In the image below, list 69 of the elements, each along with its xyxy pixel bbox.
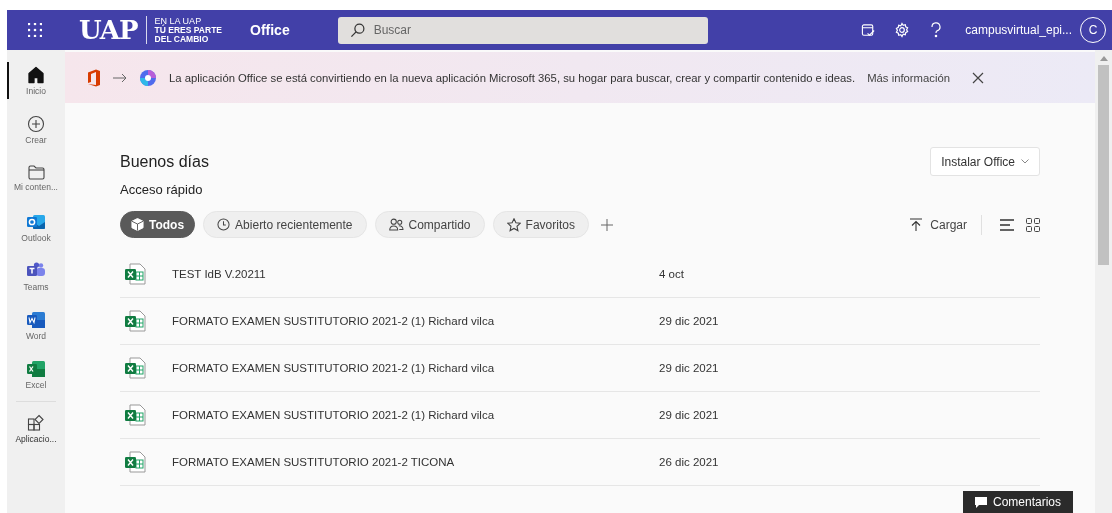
file-date: 4 oct (659, 268, 684, 280)
word-icon (26, 310, 46, 329)
plus-circle-icon (27, 114, 45, 133)
excel-icon (26, 359, 46, 378)
file-row[interactable]: FORMATO EXAMEN SUSTITUTORIO 2021-2 (1) Richard vilca 29 dic 2021 (120, 392, 1040, 439)
file-date: 26 dic 2021 (659, 456, 719, 468)
sidebar-item[interactable]: Aplicacio... (7, 404, 65, 453)
home-icon (27, 65, 45, 84)
greeting-heading: Buenos días (120, 152, 209, 171)
feedback-button[interactable]: Comentarios (962, 491, 1073, 513)
file-date: 29 dic 2021 (659, 315, 719, 327)
sidebar-item[interactable]: Crear (7, 105, 65, 154)
file-name: TEST IdB V.20211 (172, 268, 267, 280)
folder-icon (27, 165, 45, 180)
grid-view-icon[interactable] (1026, 217, 1040, 232)
logo-text: UAP (79, 15, 138, 45)
close-icon[interactable] (972, 71, 985, 84)
search-field[interactable]: Buscar (337, 16, 708, 44)
filter-tab[interactable]: Todos (120, 211, 196, 238)
section-heading: Acceso rápido (120, 182, 204, 197)
sidebar-item[interactable]: Word (7, 301, 65, 350)
search-icon (349, 22, 365, 38)
clock-icon (217, 218, 231, 231)
app-name[interactable]: Office (250, 22, 290, 38)
sidebar-item[interactable]: Teams (7, 252, 65, 301)
more-info-link[interactable]: Más información (867, 71, 951, 84)
file-name: FORMATO EXAMEN SUSTITUTORIO 2021-2 (1) Richard vilca (172, 315, 496, 327)
filter-tab[interactable]: Compartido (374, 211, 485, 238)
comment-icon (974, 496, 987, 508)
star-icon (506, 217, 521, 232)
upload-icon (910, 217, 923, 232)
excel-file-icon (124, 404, 146, 426)
file-date: 29 dic 2021 (659, 362, 719, 374)
file-name: FORMATO EXAMEN SUSTITUTORIO 2021-2 (1) Richard vilca (172, 409, 496, 421)
slogan-text: TÚ ERES PARTE (154, 25, 222, 35)
file-row[interactable]: FORMATO EXAMEN SUSTITUTORIO 2021-2 TICONA 26 dic 2021 (120, 439, 1040, 486)
slogan-text: EN LA UAP (154, 16, 203, 26)
sidebar-item[interactable]: Outlook (7, 203, 65, 252)
file-name: FORMATO EXAMEN SUSTITUTORIO 2021-2 (1) Richard vilca (172, 362, 496, 374)
filter-tab[interactable]: Abierto recientemente (203, 211, 367, 238)
excel-file-icon (124, 451, 146, 473)
chevron-down-icon (1021, 159, 1029, 164)
install-office-button[interactable]: Instalar Office (930, 147, 1040, 176)
microsoft-365-logo-icon (139, 68, 157, 87)
file-row[interactable]: FORMATO EXAMEN SUSTITUTORIO 2021-2 (1) Richard vilca 29 dic 2021 (120, 298, 1040, 345)
excel-file-icon (124, 357, 146, 379)
list-view-icon[interactable] (1000, 218, 1014, 231)
sidebar-item[interactable]: Inicio (7, 56, 65, 105)
slogan-text: DEL CAMBIO (154, 34, 210, 44)
file-date: 29 dic 2021 (659, 409, 719, 421)
file-row[interactable]: FORMATO EXAMEN SUSTITUTORIO 2021-2 (1) Richard vilca 29 dic 2021 (120, 345, 1040, 392)
people-icon (388, 218, 404, 231)
add-icon[interactable] (600, 218, 613, 231)
sidebar-item[interactable]: Excel (7, 350, 65, 399)
excel-file-icon (124, 263, 146, 285)
upload-button[interactable]: Cargar (910, 217, 967, 232)
apps-icon (27, 413, 45, 432)
user-name[interactable]: campusvirtual_epi... (965, 23, 1072, 37)
scrollbar[interactable] (1095, 50, 1112, 513)
sidebar-item[interactable]: Mi conten... (7, 154, 65, 203)
outlook-icon (26, 212, 46, 231)
office-logo-icon (87, 68, 101, 87)
filter-tab[interactable]: Favoritos (492, 211, 589, 238)
file-name: FORMATO EXAMEN SUSTITUTORIO 2021-2 TICONA (172, 456, 456, 468)
cube-icon (131, 218, 144, 231)
banner-message: La aplicación Office se está convirtiendo en la nueva aplicación Microsoft 365, su hogar para buscar, crear y compartir contenido e ideas. (169, 71, 856, 84)
excel-file-icon (124, 310, 146, 332)
arrow-icon (113, 72, 127, 83)
file-row[interactable]: TEST IdB V.20211 4 oct (120, 251, 1040, 298)
